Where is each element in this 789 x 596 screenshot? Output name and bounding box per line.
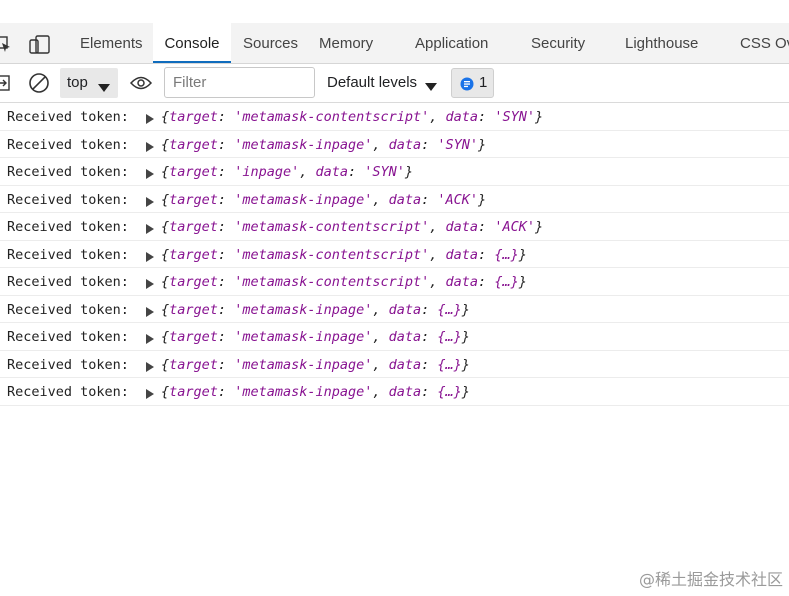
log-data-value: 'ACK' <box>494 219 535 235</box>
log-message: Received token: <box>7 329 129 345</box>
log-row: Received token: {target: 'metamask-inpage… <box>0 378 789 406</box>
log-row: Received token: {target: 'metamask-conten… <box>0 241 789 268</box>
log-data-value: {…} <box>494 274 519 290</box>
log-data-value: {…} <box>437 329 462 345</box>
log-message: Received token: <box>7 164 129 180</box>
expand-triangle-icon[interactable] <box>146 195 154 211</box>
expand-triangle-icon[interactable] <box>146 250 154 266</box>
log-row: Received token: {target: 'metamask-inpage… <box>0 296 789 323</box>
log-object-preview[interactable]: {target: 'inpage', data: 'SYN'} <box>161 164 413 180</box>
log-target-value: 'metamask-contentscript' <box>234 246 430 263</box>
expand-triangle-icon[interactable] <box>146 140 154 156</box>
log-object-preview[interactable]: {target: 'metamask-inpage', data: 'ACK'} <box>161 192 486 208</box>
log-message: Received token: <box>7 109 129 125</box>
console-log: Received token: {target: 'metamask-conten… <box>0 103 789 406</box>
tab-memory[interactable]: Memory <box>319 23 373 63</box>
log-data-value: {…} <box>437 356 462 373</box>
log-target-value: 'metamask-inpage' <box>234 301 373 318</box>
context-label: top <box>67 74 88 91</box>
tab-sources[interactable]: Sources <box>243 23 298 63</box>
log-object-preview[interactable]: {target: 'metamask-inpage', data: {…}} <box>161 302 470 318</box>
chevron-down-icon[interactable] <box>425 78 437 96</box>
log-row: Received token: {target: 'metamask-conten… <box>0 213 789 241</box>
log-object-preview[interactable]: {target: 'metamask-contentscript', data:… <box>161 274 527 290</box>
log-message: Received token: <box>7 219 129 235</box>
watermark: @稀土掘金技术社区 <box>638 570 783 589</box>
log-row: Received token: {target: 'metamask-inpage… <box>0 131 789 158</box>
expand-triangle-icon[interactable] <box>146 332 154 348</box>
log-target-value: 'metamask-inpage' <box>234 191 373 208</box>
log-levels-dropdown[interactable]: Default levels <box>327 64 417 102</box>
clear-console-icon[interactable] <box>28 72 50 99</box>
log-data-value: 'ACK' <box>437 191 479 208</box>
log-object-preview[interactable]: {target: 'metamask-inpage', data: {…}} <box>161 329 470 345</box>
log-target-value: 'metamask-inpage' <box>234 384 373 400</box>
log-row: Received token: {target: 'metamask-conten… <box>0 103 789 131</box>
log-message: Received token: <box>7 301 129 318</box>
log-message: Received token: <box>7 274 129 290</box>
log-data-value: 'SYN' <box>437 136 479 153</box>
log-object-preview[interactable]: {target: 'metamask-inpage', data: 'SYN'} <box>161 137 486 153</box>
show-sidebar-icon[interactable] <box>0 75 10 96</box>
live-expression-icon[interactable] <box>129 75 153 96</box>
log-target-value: 'metamask-contentscript' <box>234 274 430 290</box>
log-message: Received token: <box>7 384 129 400</box>
log-row: Received token: {target: 'metamask-inpage… <box>0 351 789 378</box>
expand-triangle-icon[interactable] <box>146 112 154 128</box>
log-row: Received token: {target: 'metamask-conten… <box>0 268 789 296</box>
filter-input[interactable] <box>164 67 315 98</box>
log-object-preview[interactable]: {target: 'metamask-contentscript', data:… <box>161 109 543 125</box>
issues-count: 1 <box>479 74 488 91</box>
tab-application[interactable]: Application <box>415 23 488 63</box>
expand-triangle-icon[interactable] <box>146 167 154 183</box>
log-data-value: {…} <box>437 301 462 318</box>
log-data-value: {…} <box>494 246 519 263</box>
chevron-down-icon <box>98 79 110 97</box>
log-object-preview[interactable]: {target: 'metamask-inpage', data: {…}} <box>161 384 470 400</box>
log-row: Received token: {target: 'inpage', data: … <box>0 158 789 186</box>
inspect-element-icon[interactable] <box>0 35 12 58</box>
log-row: Received token: {target: 'metamask-inpage… <box>0 323 789 351</box>
expand-triangle-icon[interactable] <box>146 360 154 376</box>
log-object-preview[interactable]: {target: 'metamask-contentscript', data:… <box>161 247 527 263</box>
devtools-tab-bar: Elements Console Sources Memory Applicat… <box>0 23 789 64</box>
log-target-value: 'metamask-inpage' <box>234 356 373 373</box>
log-target-value: 'metamask-inpage' <box>234 136 373 153</box>
log-object-preview[interactable]: {target: 'metamask-contentscript', data:… <box>161 219 543 235</box>
log-message: Received token: <box>7 191 129 208</box>
log-message: Received token: <box>7 356 129 373</box>
expand-triangle-icon[interactable] <box>146 222 154 238</box>
log-target-value: 'metamask-inpage' <box>234 329 373 345</box>
log-target-value: 'metamask-contentscript' <box>234 219 430 235</box>
device-emulation-icon[interactable] <box>29 35 51 60</box>
expand-triangle-icon[interactable] <box>146 277 154 293</box>
log-target-value: 'inpage' <box>234 164 300 180</box>
log-data-value: 'SYN' <box>494 109 535 125</box>
log-row: Received token: {target: 'metamask-inpage… <box>0 186 789 213</box>
log-message: Received token: <box>7 136 129 153</box>
expand-triangle-icon[interactable] <box>146 387 154 403</box>
expand-triangle-icon[interactable] <box>146 305 154 321</box>
log-data-value: 'SYN' <box>364 164 405 180</box>
issues-button[interactable]: 1 <box>451 68 494 98</box>
tab-lighthouse[interactable]: Lighthouse <box>625 23 698 63</box>
log-target-value: 'metamask-contentscript' <box>234 109 430 125</box>
tab-elements[interactable]: Elements <box>80 23 143 63</box>
tab-css-overview[interactable]: CSS Ov <box>740 23 789 63</box>
tab-security[interactable]: Security <box>531 23 585 63</box>
console-toolbar: top Default levels 1 <box>0 64 789 103</box>
tab-console[interactable]: Console <box>153 23 231 63</box>
log-object-preview[interactable]: {target: 'metamask-inpage', data: {…}} <box>161 357 470 373</box>
context-selector[interactable]: top <box>60 68 118 98</box>
issues-icon <box>460 77 474 96</box>
log-message: Received token: <box>7 246 129 263</box>
window-top-gap <box>0 0 789 23</box>
log-data-value: {…} <box>437 384 462 400</box>
